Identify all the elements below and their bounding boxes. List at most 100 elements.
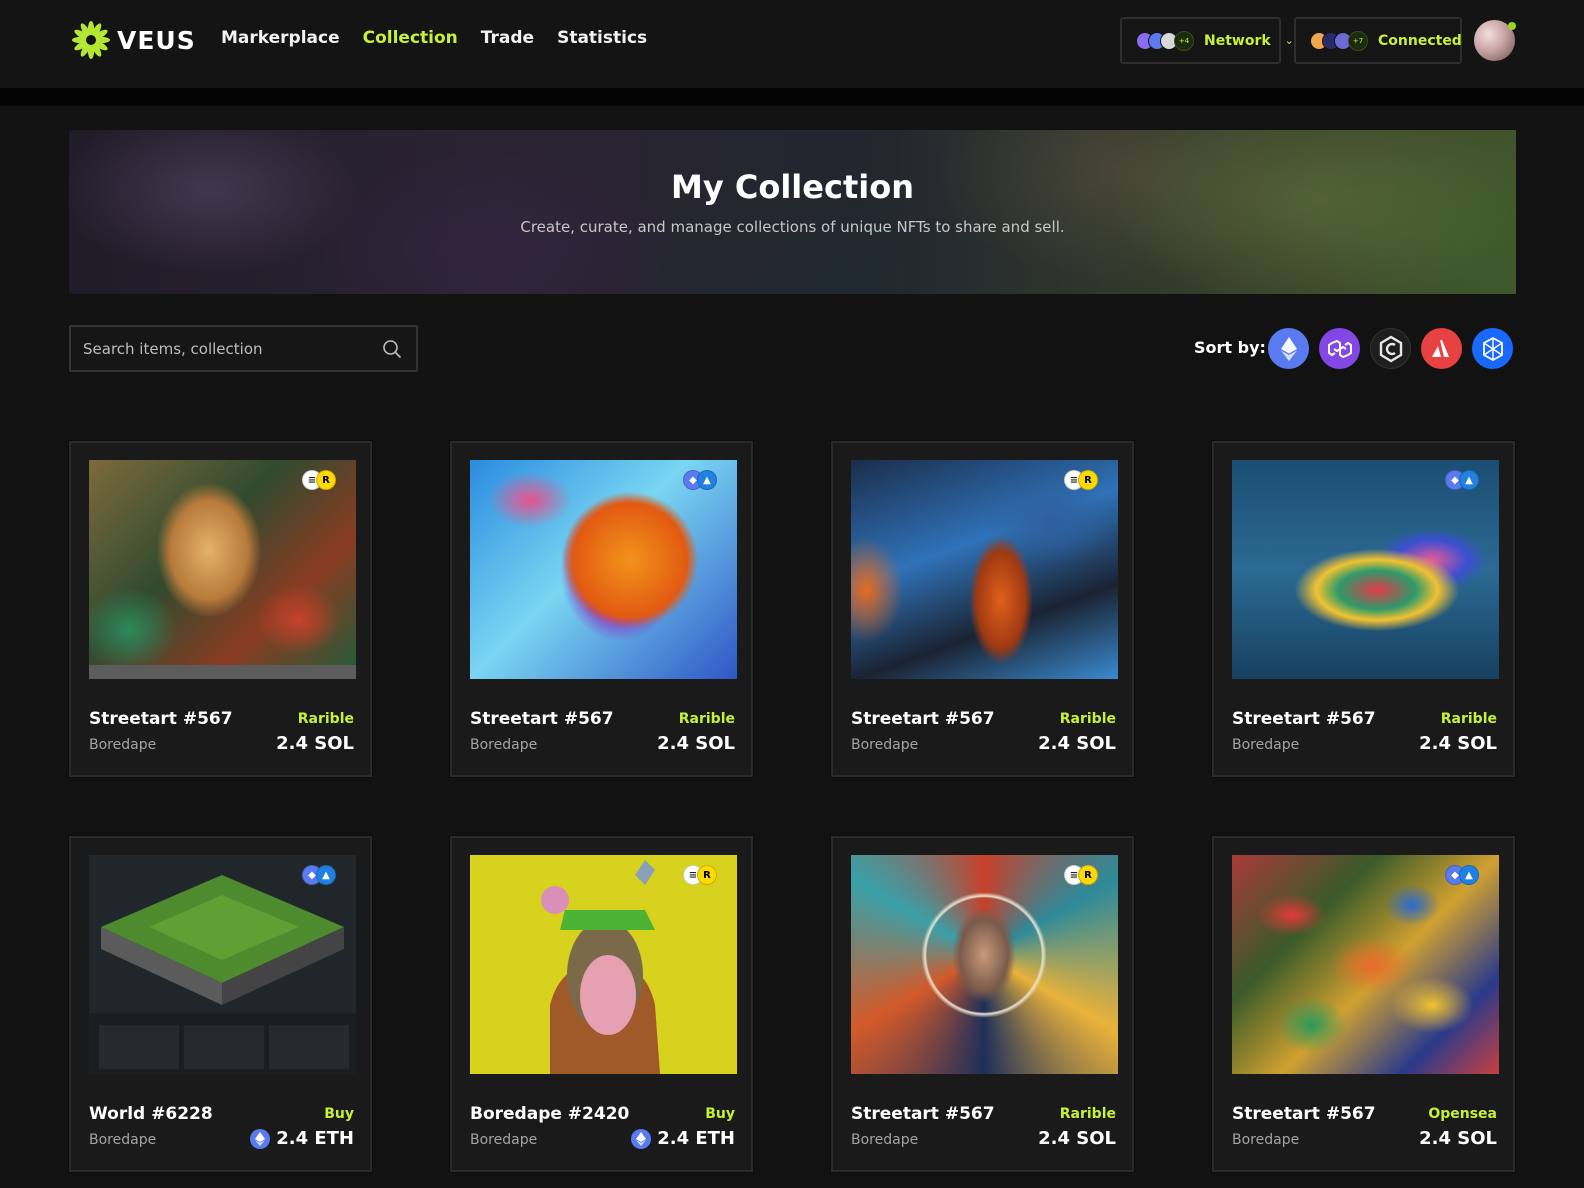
- ethereum-icon: [250, 1128, 271, 1149]
- nft-image-abstract-splatter: [1232, 855, 1499, 1074]
- nft-marketplace-link[interactable]: Rarible: [1060, 1106, 1116, 1122]
- polygon-icon[interactable]: [1319, 328, 1360, 369]
- nft-marketplace-link[interactable]: Rarible: [1441, 711, 1497, 727]
- nft-price-value: 2.4 SOL: [1419, 733, 1497, 754]
- wallet-status-label: Connected: [1378, 32, 1462, 49]
- nft-card[interactable]: ◆ ▲ Streetart #567 Rarible Boredape 2.4 …: [1212, 441, 1515, 777]
- user-avatar[interactable]: [1474, 20, 1516, 61]
- nft-collection-name: Boredape: [89, 1132, 157, 1148]
- nft-image-colorful-portrait: [470, 460, 737, 679]
- nft-price: 2.4 SOL: [276, 733, 354, 754]
- chain-badge: ◆ ▲: [1445, 864, 1479, 886]
- opensea-icon: ▲: [697, 470, 717, 490]
- nft-price-value: 2.4 ETH: [657, 1128, 735, 1149]
- nft-marketplace-link[interactable]: Rarible: [1060, 711, 1116, 727]
- network-coin-stack: +4: [1136, 30, 1194, 51]
- nft-price: 2.4 SOL: [1419, 1128, 1497, 1149]
- nft-collection-name: Boredape: [89, 737, 157, 753]
- collection-banner: My Collection Create, curate, and manage…: [69, 130, 1516, 294]
- opensea-icon: ▲: [316, 865, 336, 885]
- main-nav: Markerplace Collection Trade Statistics: [221, 28, 647, 48]
- opensea-icon: ▲: [1459, 865, 1479, 885]
- search-icon[interactable]: [382, 339, 402, 359]
- avalanche-icon[interactable]: [1421, 328, 1462, 369]
- nft-marketplace-link[interactable]: Rarible: [679, 711, 735, 727]
- nft-price: 2.4 SOL: [1038, 1128, 1116, 1149]
- nav-statistics[interactable]: Statistics: [557, 28, 647, 48]
- nft-title: Streetart #567: [1232, 1104, 1376, 1124]
- chain-badge: ◆ ▲: [302, 864, 336, 886]
- page-title: My Collection: [671, 168, 914, 206]
- nft-collection-name: Boredape: [470, 1132, 538, 1148]
- nft-card[interactable]: ◆ ▲ Streetart #567 Opensea Boredape 2.4 …: [1212, 836, 1515, 1172]
- search-input[interactable]: [83, 337, 363, 361]
- nft-price: 2.4 SOL: [1038, 733, 1116, 754]
- sort-label: Sort by:: [1194, 338, 1266, 357]
- brand-logo[interactable]: VEUS: [71, 20, 196, 60]
- nft-card[interactable]: ◆ ▲ Streetart #567 Rarible Boredape 2.4 …: [450, 441, 753, 777]
- nft-title: Streetart #567: [89, 709, 233, 729]
- marketplace-badge: ≡ R: [1064, 864, 1098, 886]
- nft-image-painted-hand: [1232, 460, 1499, 679]
- nft-card[interactable]: ◆ ▲ World #6228 Buy Boredape 2.4 ETH: [69, 836, 372, 1172]
- nav-collection[interactable]: Collection: [363, 28, 458, 48]
- online-status-dot: [1508, 22, 1516, 30]
- opensea-icon: ▲: [1459, 470, 1479, 490]
- cronos-icon[interactable]: [1370, 328, 1411, 369]
- nft-buy-link[interactable]: Buy: [705, 1106, 735, 1122]
- nft-marketplace-link[interactable]: Rarible: [298, 711, 354, 727]
- nft-image-streetart-face: [89, 460, 356, 679]
- search-box: [69, 325, 418, 372]
- nft-price-value: 2.4 SOL: [1038, 733, 1116, 754]
- nav-marketplace[interactable]: Markerplace: [221, 28, 340, 48]
- nav-trade[interactable]: Trade: [481, 28, 534, 48]
- boredape-illustration: [541, 860, 660, 1074]
- nft-price-value: 2.4 SOL: [276, 733, 354, 754]
- nft-price-value: 2.4 SOL: [1038, 1128, 1116, 1149]
- network-dropdown[interactable]: +4 Network ⌄: [1120, 17, 1294, 64]
- nft-marketplace-link[interactable]: Opensea: [1428, 1106, 1497, 1122]
- nft-image-abstract-blue: [851, 460, 1118, 679]
- ethereum-icon: [631, 1128, 652, 1149]
- chevron-down-icon: ⌄: [1284, 34, 1294, 47]
- nft-title: Boredape #2420: [470, 1104, 630, 1124]
- nft-price-value: 2.4 ETH: [276, 1128, 354, 1149]
- chain-badge: ◆ ▲: [1445, 469, 1479, 491]
- nft-buy-link[interactable]: Buy: [324, 1106, 354, 1122]
- nft-price: 2.4 SOL: [657, 733, 735, 754]
- nft-card[interactable]: ≡ R Streetart #567 Rarible Boredape 2.4 …: [69, 441, 372, 777]
- nft-price: 2.4 SOL: [1419, 733, 1497, 754]
- nft-collection-name: Boredape: [1232, 1132, 1300, 1148]
- wallet-more-badge: +7: [1348, 30, 1368, 51]
- page-subtitle: Create, curate, and manage collections o…: [520, 218, 1065, 236]
- nft-collection-name: Boredape: [851, 1132, 919, 1148]
- fantom-icon[interactable]: [1472, 328, 1513, 369]
- header-divider: [0, 88, 1584, 106]
- nft-card[interactable]: ≡ R Streetart #567 Rarible Boredape 2.4 …: [831, 836, 1134, 1172]
- banner-overlay: [69, 130, 1516, 294]
- rarible-icon: R: [1078, 865, 1098, 885]
- nft-title: Streetart #567: [851, 1104, 995, 1124]
- nft-price-value: 2.4 SOL: [1419, 1128, 1497, 1149]
- world-terrain-illustration: [89, 875, 356, 1074]
- nft-card[interactable]: ≡ R Boredape #2420 Buy Boredape 2.4 ETH: [450, 836, 753, 1172]
- nft-collection-name: Boredape: [851, 737, 919, 753]
- nft-price: 2.4 ETH: [250, 1128, 354, 1149]
- nft-collection-name: Boredape: [470, 737, 538, 753]
- sun-logo-icon: [72, 21, 110, 59]
- nft-card[interactable]: ≡ R Streetart #567 Rarible Boredape 2.4 …: [831, 441, 1134, 777]
- nft-image-boredape: [470, 855, 737, 1074]
- nft-image-geometric-portrait: [851, 855, 1118, 1074]
- nft-title: World #6228: [89, 1104, 213, 1124]
- marketplace-badge: ≡ R: [683, 864, 717, 886]
- nft-title: Streetart #567: [1232, 709, 1376, 729]
- nft-title: Streetart #567: [851, 709, 995, 729]
- nft-image-world-map: [89, 855, 356, 1074]
- nft-title: Streetart #567: [470, 709, 614, 729]
- sidewalk-shape: [89, 665, 356, 679]
- brand-name: VEUS: [117, 25, 196, 55]
- ethereum-icon[interactable]: [1268, 328, 1309, 369]
- nft-price: 2.4 ETH: [631, 1128, 735, 1149]
- rarible-icon: R: [697, 865, 717, 885]
- wallet-dropdown[interactable]: +7 Connected ⌄: [1294, 17, 1485, 64]
